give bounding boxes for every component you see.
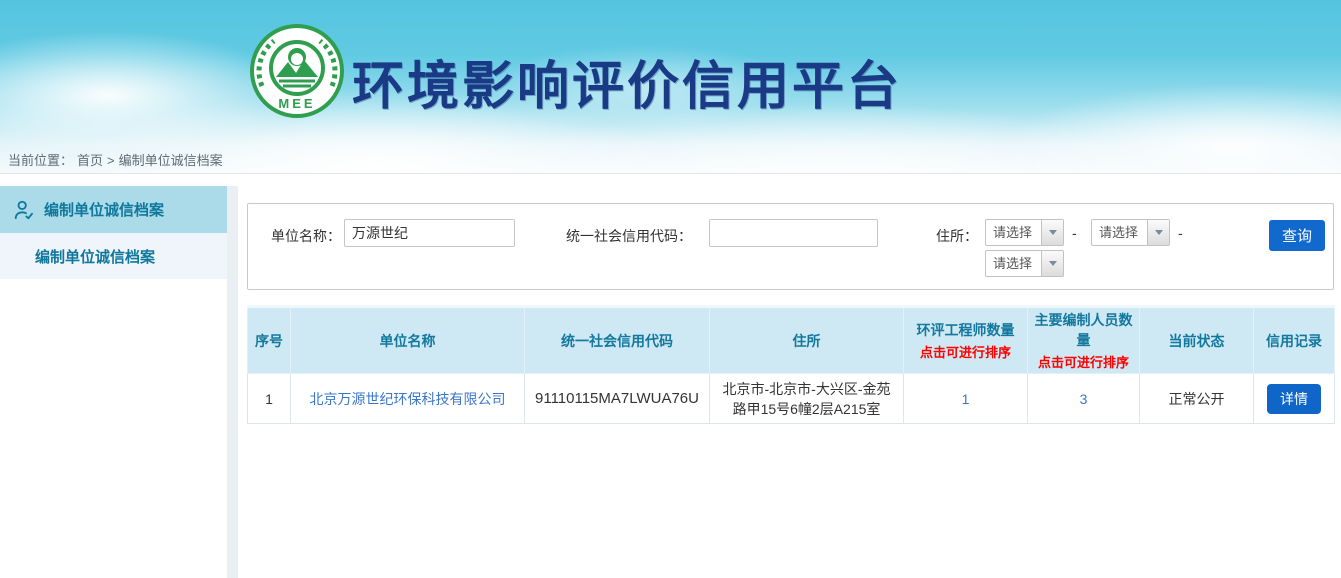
cell-status: 正常公开 <box>1140 374 1254 424</box>
sort-hint: 点击可进行排序 <box>1032 352 1135 371</box>
province-select-value: 请选择 <box>986 220 1041 245</box>
sidebar-divider <box>227 186 238 578</box>
sidebar-subitem-credit-archive[interactable]: 编制单位诚信档案 <box>0 233 227 279</box>
company-name-link[interactable]: 北京万源世纪环保科技有限公司 <box>310 391 506 407</box>
breadcrumb-separator: > <box>107 153 115 168</box>
header-credit-code: 统一社会信用代码 <box>525 307 710 374</box>
sidebar: 编制单位诚信档案 编制单位诚信档案 <box>0 186 227 279</box>
header-unit-name: 单位名称 <box>291 307 525 374</box>
header-credit-record: 信用记录 <box>1254 307 1335 374</box>
header-address: 住所 <box>710 307 904 374</box>
province-select[interactable]: 请选择 <box>985 219 1064 246</box>
chevron-down-icon[interactable] <box>1147 220 1169 245</box>
address-dash: - <box>1072 225 1077 241</box>
chevron-down-icon[interactable] <box>1041 220 1063 245</box>
sort-hint: 点击可进行排序 <box>908 342 1023 361</box>
header-staff-count-sort[interactable]: 主要编制人员数量 点击可进行排序 <box>1028 307 1140 374</box>
header-status: 当前状态 <box>1140 307 1254 374</box>
table-row: 1 北京万源世纪环保科技有限公司 91110115MA7LWUA76U 北京市-… <box>248 374 1335 424</box>
cell-index: 1 <box>248 374 291 424</box>
engineer-count-link[interactable]: 1 <box>962 391 970 407</box>
sidebar-subitem-label: 编制单位诚信档案 <box>35 246 155 267</box>
banner: MEE 环境影响评价信用平台 当前位置： 首页 > 编制单位诚信档案 <box>0 0 1341 174</box>
unit-name-input[interactable] <box>344 219 515 247</box>
district-select-value: 请选择 <box>986 251 1041 276</box>
cell-credit-code: 91110115MA7LWUA76U <box>525 374 710 424</box>
table-header-row: 序号 单位名称 统一社会信用代码 住所 环评工程师数量 点击可进行排序 主要编制… <box>248 307 1335 374</box>
detail-button[interactable]: 详情 <box>1267 384 1321 414</box>
query-button[interactable]: 查询 <box>1269 220 1325 251</box>
breadcrumb-label: 当前位置： <box>8 153 73 168</box>
city-select-value: 请选择 <box>1092 220 1147 245</box>
unit-name-label: 单位名称： <box>271 226 341 246</box>
breadcrumb-home-link[interactable]: 首页 <box>77 153 103 168</box>
sidebar-item-credit-archive[interactable]: 编制单位诚信档案 <box>0 186 227 233</box>
header-index: 序号 <box>248 307 291 374</box>
credit-code-input[interactable] <box>709 219 878 247</box>
svg-text:MEE: MEE <box>278 96 315 111</box>
header-staff-count-label: 主要编制人员数量 <box>1032 310 1135 350</box>
cell-address: 北京市-北京市-大兴区-金苑路甲15号6幢2层A215室 <box>710 374 904 424</box>
site-title: 环境影响评价信用平台 <box>352 44 902 119</box>
header-engineer-count-label: 环评工程师数量 <box>908 320 1023 340</box>
district-select[interactable]: 请选择 <box>985 250 1064 277</box>
search-panel: 单位名称： 统一社会信用代码： 住所： 请选择 - 请选择 - 请选择 查询 <box>247 203 1334 290</box>
city-select[interactable]: 请选择 <box>1091 219 1170 246</box>
sidebar-item-label: 编制单位诚信档案 <box>44 199 164 220</box>
breadcrumb: 当前位置： 首页 > 编制单位诚信档案 <box>8 150 227 169</box>
staff-count-link[interactable]: 3 <box>1080 391 1088 407</box>
page: MEE 环境影响评价信用平台 当前位置： 首页 > 编制单位诚信档案 编制单位诚信档案… <box>0 0 1341 578</box>
chevron-down-icon[interactable] <box>1041 251 1063 276</box>
address-dash: - <box>1178 225 1183 241</box>
header-engineer-count-sort[interactable]: 环评工程师数量 点击可进行排序 <box>904 307 1028 374</box>
credit-code-label: 统一社会信用代码： <box>566 226 692 246</box>
address-label: 住所： <box>936 226 978 246</box>
results-table: 序号 单位名称 统一社会信用代码 住所 环评工程师数量 点击可进行排序 主要编制… <box>247 305 1335 424</box>
mee-logo-icon: MEE <box>248 22 346 120</box>
user-check-icon <box>13 199 35 221</box>
breadcrumb-current: 编制单位诚信档案 <box>119 153 223 168</box>
